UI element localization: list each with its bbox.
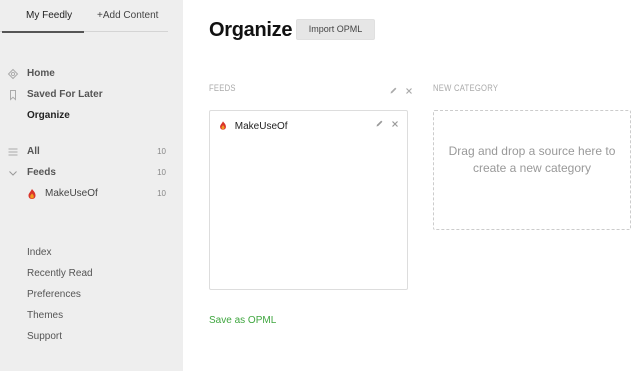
sidebar-item-makeuseof[interactable]: MakeUseOf 10	[0, 186, 183, 204]
pencil-icon[interactable]	[389, 87, 401, 97]
save-as-opml-link[interactable]: Save as OPML	[209, 315, 276, 326]
chevron-down-icon[interactable]	[7, 167, 19, 179]
sidebar-item-label: Organize	[27, 110, 70, 121]
new-category-label: NEW CATEGORY	[433, 83, 499, 93]
close-icon[interactable]	[391, 120, 399, 130]
sidebar-tabs: My Feedly +Add Content	[0, 0, 168, 33]
feeds-section-label: FEEDS	[209, 83, 236, 93]
active-tab-indicator	[2, 31, 84, 33]
feed-item-actions	[371, 119, 399, 130]
bookmark-icon	[7, 89, 19, 101]
feed-item-label: MakeUseOf	[234, 121, 288, 132]
sidebar-item-label: Saved For Later	[27, 89, 103, 100]
feeds-category-box: MakeUseOf	[209, 110, 408, 290]
page-title: Organize	[209, 19, 293, 41]
sidebar-item-label: Home	[27, 68, 55, 79]
sidebar-item-feeds[interactable]: Feeds 10	[0, 165, 183, 183]
sidebar-item-label: Feeds	[27, 167, 56, 178]
sidebar-item-label: All	[27, 146, 40, 157]
unread-count: 10	[157, 147, 166, 156]
sidebar: My Feedly +Add Content Home Saved For La…	[0, 0, 183, 371]
makeuseof-logo-icon	[218, 120, 228, 131]
feeds-category-actions	[385, 86, 413, 97]
sidebar-link-preferences[interactable]: Preferences	[27, 289, 81, 300]
sidebar-item-label: MakeUseOf	[45, 188, 98, 199]
tab-my-feedly[interactable]: My Feedly	[26, 10, 72, 21]
new-category-dropzone[interactable]: Drag and drop a source here to create a …	[433, 110, 631, 230]
import-opml-button[interactable]: Import OPML	[296, 19, 375, 40]
sidebar-item-all[interactable]: All 10	[0, 144, 183, 162]
unread-count: 10	[157, 168, 166, 177]
tab-add-content[interactable]: +Add Content	[97, 10, 158, 21]
sidebar-link-recently-read[interactable]: Recently Read	[27, 268, 93, 279]
sidebar-item-organize[interactable]: Organize	[0, 108, 183, 126]
main-panel: Organize Import OPML FEEDS NEW CATEGORY …	[183, 0, 640, 371]
home-icon	[7, 68, 19, 80]
makeuseof-logo-icon	[26, 188, 38, 200]
feed-item[interactable]: MakeUseOf	[218, 120, 288, 132]
sidebar-item-saved-for-later[interactable]: Saved For Later	[0, 87, 183, 105]
pencil-icon[interactable]	[375, 120, 387, 130]
sidebar-link-index[interactable]: Index	[27, 247, 51, 258]
unread-count: 10	[157, 189, 166, 198]
close-icon[interactable]	[405, 87, 413, 97]
sidebar-link-support[interactable]: Support	[27, 331, 62, 342]
dropzone-hint: Drag and drop a source here to create a …	[448, 144, 616, 175]
list-icon	[7, 146, 19, 158]
sidebar-link-themes[interactable]: Themes	[27, 310, 63, 321]
sidebar-item-home[interactable]: Home	[0, 66, 183, 84]
